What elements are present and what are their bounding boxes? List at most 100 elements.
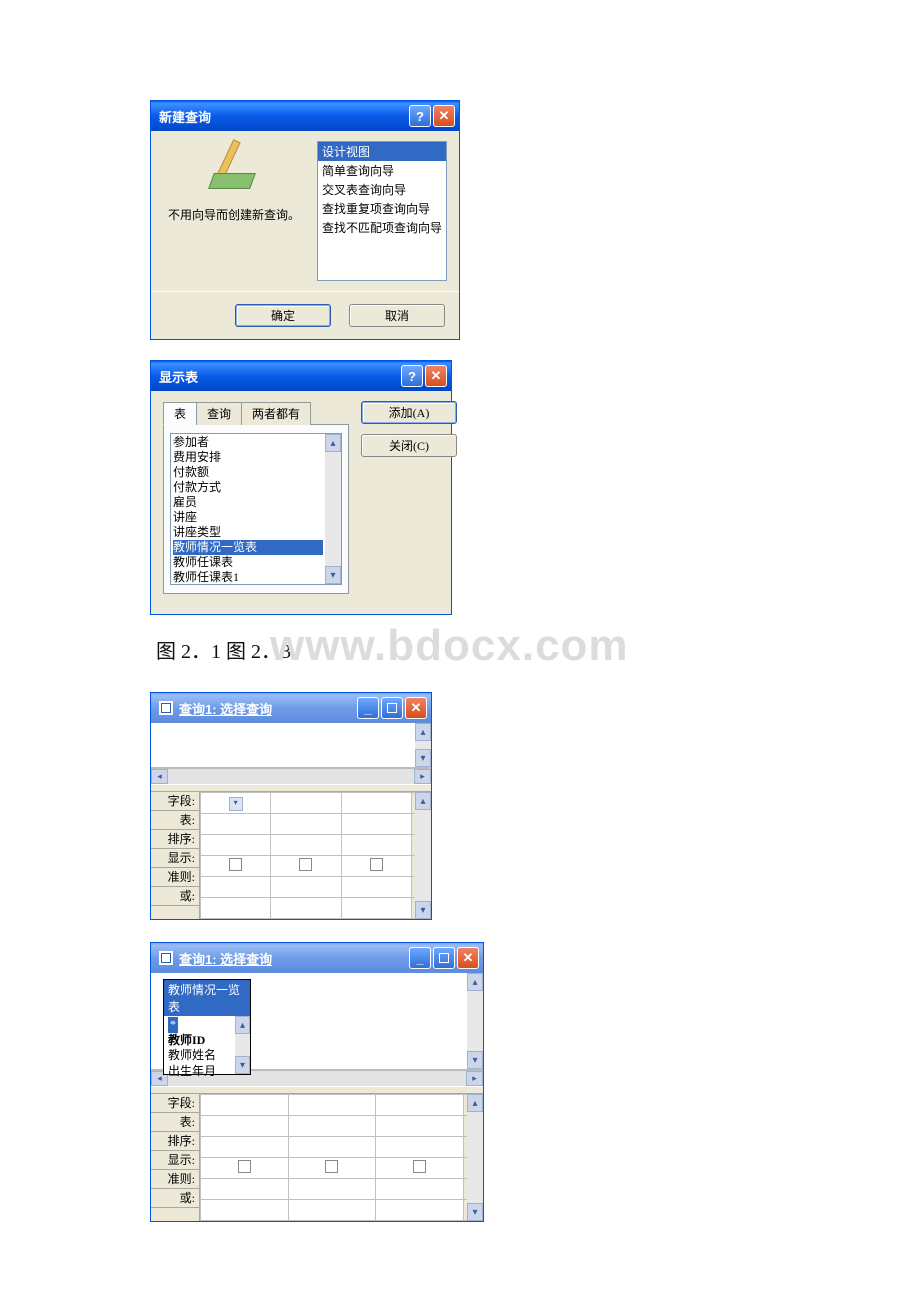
list-item[interactable]: 查找重复项查询向导 <box>318 199 446 218</box>
row-header-or: 或: <box>151 1189 199 1208</box>
design-view-icon <box>211 143 257 189</box>
grid-columns[interactable] <box>200 1094 483 1221</box>
close-button[interactable]: ✕ <box>405 697 427 719</box>
show-checkbox[interactable] <box>413 1160 426 1173</box>
vertical-scrollbar[interactable]: ▴ ▾ <box>415 792 431 919</box>
close-dialog-button[interactable]: 关闭(C) <box>361 434 457 457</box>
list-item[interactable]: 讲座类型 <box>173 525 323 540</box>
horizontal-scrollbar[interactable]: ◂ ▸ <box>151 768 431 784</box>
new-query-type-listbox[interactable]: 设计视图 简单查询向导 交叉表查询向导 查找重复项查询向导 查找不匹配项查询向导 <box>317 141 447 281</box>
query-window-icon <box>159 701 173 715</box>
scroll-up-icon[interactable]: ▴ <box>325 434 341 452</box>
query1-small-title: 查询1: 选择查询 <box>179 699 272 718</box>
vertical-scrollbar[interactable]: ▴ ▾ <box>467 973 483 1069</box>
add-button[interactable]: 添加(A) <box>361 401 457 424</box>
new-query-title: 新建查询 <box>159 107 211 126</box>
list-item[interactable]: 设计视图 <box>318 142 446 161</box>
show-checkbox[interactable] <box>238 1160 251 1173</box>
table-diagram-pane[interactable]: ▴ ▾ <box>151 723 431 768</box>
row-header-table: 表: <box>151 1113 199 1132</box>
field-list-item[interactable]: 出生年月 <box>168 1064 231 1080</box>
vertical-scrollbar[interactable]: ▴ ▾ <box>467 1094 483 1221</box>
vertical-scrollbar[interactable]: ▴ ▾ <box>325 434 341 584</box>
list-item[interactable]: 雇员 <box>173 495 323 510</box>
row-header-show: 显示: <box>151 1151 199 1170</box>
field-list-item[interactable]: * <box>168 1017 178 1033</box>
vertical-scrollbar[interactable]: ▴ ▾ <box>235 1016 250 1074</box>
scroll-up-icon[interactable]: ▴ <box>415 792 431 810</box>
splitter[interactable] <box>151 784 431 792</box>
scroll-up-icon[interactable]: ▴ <box>467 973 483 991</box>
query1-large-titlebar[interactable]: 查询1: 选择查询 _ ✕ <box>151 943 483 973</box>
list-item[interactable]: 费用安排 <box>173 450 323 465</box>
grid-columns[interactable]: ▾ <box>200 792 431 919</box>
tab-both[interactable]: 两者都有 <box>241 402 311 425</box>
scroll-down-icon[interactable]: ▾ <box>467 1203 483 1221</box>
scroll-down-icon[interactable]: ▾ <box>415 749 431 767</box>
minimize-button[interactable]: _ <box>409 947 431 969</box>
tab-tables[interactable]: 表 <box>163 402 197 425</box>
scroll-up-icon[interactable]: ▴ <box>467 1094 483 1112</box>
show-table-dialog: 显示表 ? ✕ 表 查询 两者都有 参加者 费用安排 付款额 <box>150 360 452 615</box>
scroll-right-icon[interactable]: ▸ <box>414 769 431 784</box>
show-checkbox[interactable] <box>229 858 242 871</box>
list-item[interactable]: 讲座 <box>173 510 323 525</box>
tables-listbox[interactable]: 参加者 费用安排 付款额 付款方式 雇员 讲座 讲座类型 教师情况一览表 教师任… <box>170 433 342 585</box>
cancel-button[interactable]: 取消 <box>349 304 445 327</box>
row-header-field: 字段: <box>151 1094 199 1113</box>
query1-small-titlebar[interactable]: 查询1: 选择查询 _ ✕ <box>151 693 431 723</box>
minimize-button[interactable]: _ <box>357 697 379 719</box>
scroll-left-icon[interactable]: ◂ <box>151 769 168 784</box>
close-button[interactable]: ✕ <box>433 105 455 127</box>
qbe-grid[interactable]: 字段: 表: 排序: 显示: 准则: 或: <box>151 1094 483 1221</box>
scroll-up-icon[interactable]: ▴ <box>415 723 431 741</box>
row-header-or: 或: <box>151 887 199 906</box>
grid-row-headers: 字段: 表: 排序: 显示: 准则: 或: <box>151 792 200 919</box>
list-item[interactable]: 参加者 <box>173 435 323 450</box>
list-item[interactable]: 付款方式 <box>173 480 323 495</box>
row-header-field: 字段: <box>151 792 199 811</box>
list-item[interactable]: 付款额 <box>173 465 323 480</box>
help-button[interactable]: ? <box>409 105 431 127</box>
help-button[interactable]: ? <box>401 365 423 387</box>
row-header-criteria: 准则: <box>151 1170 199 1189</box>
row-header-table: 表: <box>151 811 199 830</box>
list-item[interactable]: 查找不匹配项查询向导 <box>318 218 446 237</box>
tab-queries[interactable]: 查询 <box>196 402 242 425</box>
maximize-button[interactable] <box>433 947 455 969</box>
show-table-title: 显示表 <box>159 367 198 386</box>
scroll-down-icon[interactable]: ▾ <box>467 1051 483 1069</box>
maximize-button[interactable] <box>381 697 403 719</box>
new-query-description: 不用向导而创建新查询。 <box>164 207 304 224</box>
ok-button[interactable]: 确定 <box>235 304 331 327</box>
qbe-grid[interactable]: 字段: 表: 排序: 显示: 准则: 或: ▾ <box>151 792 431 919</box>
show-checkbox[interactable] <box>370 858 383 871</box>
show-checkbox[interactable] <box>299 858 312 871</box>
list-item[interactable]: 教师任课表 <box>173 555 323 570</box>
splitter[interactable] <box>151 1086 483 1094</box>
close-button[interactable]: ✕ <box>425 365 447 387</box>
field-list-item[interactable]: 教师姓名 <box>168 1048 231 1064</box>
row-header-sort: 排序: <box>151 1132 199 1151</box>
show-table-titlebar[interactable]: 显示表 ? ✕ <box>151 361 451 391</box>
scroll-up-icon[interactable]: ▴ <box>235 1016 250 1034</box>
scroll-down-icon[interactable]: ▾ <box>235 1056 250 1074</box>
list-item[interactable]: 教师情况一览表 <box>173 540 323 555</box>
table-diagram-pane[interactable]: 教师情况一览表 * 教师ID 教师姓名 出生年月 ▴ ▾ ▴ ▾ <box>151 973 483 1070</box>
field-dropdown-icon[interactable]: ▾ <box>229 797 243 811</box>
query-window-icon <box>159 951 173 965</box>
show-checkbox[interactable] <box>325 1160 338 1173</box>
list-item[interactable]: 交叉表查询向导 <box>318 180 446 199</box>
new-query-titlebar[interactable]: 新建查询 ? ✕ <box>151 101 459 131</box>
field-list-item[interactable]: 教师ID <box>168 1033 231 1049</box>
list-item[interactable]: 教师任课表1 <box>173 570 323 584</box>
list-item[interactable]: 简单查询向导 <box>318 161 446 180</box>
scroll-down-icon[interactable]: ▾ <box>415 901 431 919</box>
close-button[interactable]: ✕ <box>457 947 479 969</box>
scroll-down-icon[interactable]: ▾ <box>325 566 341 584</box>
scroll-right-icon[interactable]: ▸ <box>466 1071 483 1086</box>
grid-row-headers: 字段: 表: 排序: 显示: 准则: 或: <box>151 1094 200 1221</box>
row-header-sort: 排序: <box>151 830 199 849</box>
vertical-scrollbar[interactable]: ▴ ▾ <box>415 723 431 767</box>
field-list-box[interactable]: 教师情况一览表 * 教师ID 教师姓名 出生年月 ▴ ▾ <box>163 979 251 1075</box>
